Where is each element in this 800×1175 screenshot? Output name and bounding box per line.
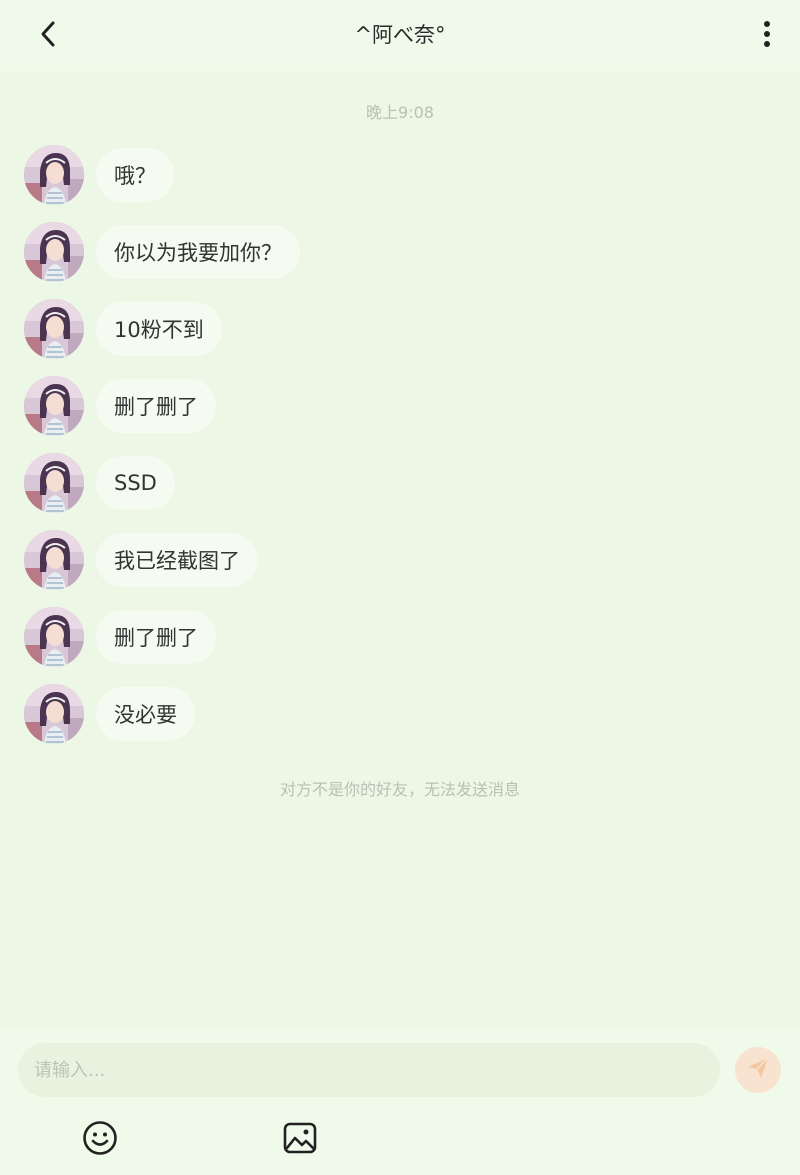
emoji-button[interactable]: [82, 1120, 118, 1160]
chat-title: ^阿べ奈°: [354, 23, 446, 47]
message-bubble[interactable]: 删了删了: [96, 379, 216, 433]
message-bubble[interactable]: 你以为我要加你？: [96, 225, 300, 279]
back-button[interactable]: [30, 18, 66, 54]
message-row: 没必要: [24, 684, 724, 746]
composer-bar: [0, 1030, 800, 1175]
message-bubble[interactable]: 哦？: [96, 148, 174, 202]
message-row: 你以为我要加你？: [24, 222, 724, 284]
avatar[interactable]: [24, 453, 84, 513]
chat-header: ^阿べ奈°: [0, 0, 800, 71]
avatar[interactable]: [24, 299, 84, 359]
message-input[interactable]: [18, 1043, 720, 1097]
chevron-left-icon: [38, 19, 58, 53]
message-timestamp: 晚上9:08: [366, 103, 434, 122]
message-row: SSD: [24, 453, 724, 515]
message-row: 删了删了: [24, 607, 724, 669]
avatar[interactable]: [24, 376, 84, 436]
message-bubble[interactable]: 没必要: [96, 687, 195, 741]
avatar[interactable]: [24, 530, 84, 590]
message-row: 删了删了: [24, 376, 724, 438]
more-button[interactable]: [752, 18, 782, 54]
message-row: 10粉不到: [24, 299, 724, 361]
emoji-icon: [82, 1120, 118, 1160]
image-icon: [282, 1120, 318, 1160]
message-row: 哦？: [24, 145, 724, 207]
image-button[interactable]: [282, 1122, 318, 1158]
avatar[interactable]: [24, 684, 84, 744]
send-button[interactable]: [735, 1047, 781, 1093]
message-bubble[interactable]: 我已经截图了: [96, 533, 258, 587]
send-icon: [745, 1055, 771, 1085]
message-bubble[interactable]: SSD: [96, 456, 175, 510]
not-friend-notice: 对方不是你的好友，无法发送消息: [279, 780, 520, 799]
message-bubble[interactable]: 删了删了: [96, 610, 216, 664]
avatar[interactable]: [24, 607, 84, 667]
message-bubble[interactable]: 10粉不到: [96, 302, 222, 356]
message-row: 我已经截图了: [24, 530, 724, 592]
avatar[interactable]: [24, 145, 84, 205]
more-vertical-icon: [763, 20, 771, 52]
avatar[interactable]: [24, 222, 84, 282]
